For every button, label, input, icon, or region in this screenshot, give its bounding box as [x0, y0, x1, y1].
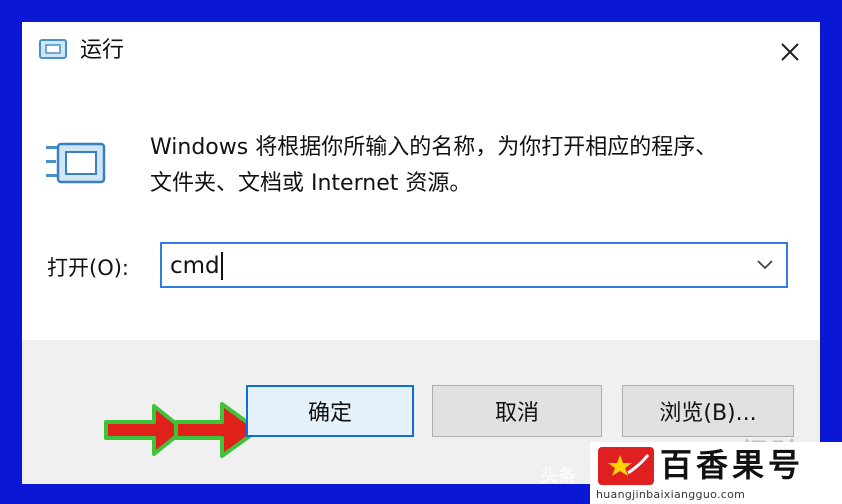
open-combobox[interactable]: cmd [160, 242, 788, 288]
run-dialog: 运行 Windows 将根据你所输入的名称，为你打开相应的程序、 文件夹、文档或… [22, 22, 820, 484]
toutiao-watermark: 头条 [540, 466, 576, 487]
text-caret [221, 252, 223, 280]
description-text: Windows 将根据你所输入的名称，为你打开相应的程序、 文件夹、文档或 In… [150, 130, 790, 202]
blue-frame: 运行 Windows 将根据你所输入的名称，为你打开相应的程序、 文件夹、文档或… [0, 0, 842, 504]
chevron-down-icon[interactable] [756, 258, 774, 272]
open-label: 打开(O): [47, 256, 129, 280]
description-line-2: 文件夹、文档或 Internet 资源。 [150, 171, 472, 196]
window-title: 运行 [80, 38, 125, 63]
star-logo-icon [598, 447, 654, 485]
run-app-icon [39, 39, 67, 59]
close-button[interactable] [770, 32, 810, 72]
title-bar[interactable]: 运行 [22, 22, 820, 84]
red-arrow-pointer-icon [104, 402, 260, 458]
run-large-icon [46, 142, 106, 184]
brand-logo: 百香果号 huangjinbaixiangguo.com [590, 442, 842, 504]
close-icon [781, 43, 799, 61]
command-input-value[interactable]: cmd [170, 251, 220, 281]
description-line-1: Windows 将根据你所输入的名称，为你打开相应的程序、 [150, 135, 718, 160]
cancel-button[interactable]: 取消 [432, 385, 602, 437]
ok-button[interactable]: 确定 [246, 385, 414, 437]
brand-name: 百香果号 [660, 446, 805, 484]
brand-url: huangjinbaixiangguo.com [596, 488, 746, 501]
